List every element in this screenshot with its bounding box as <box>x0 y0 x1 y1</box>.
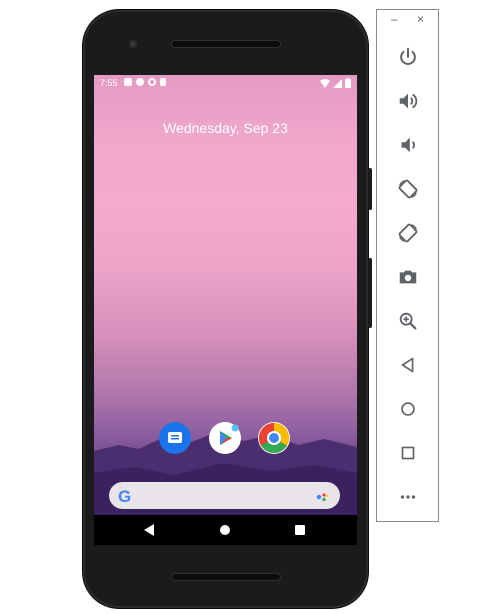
rotate-left-button[interactable] <box>395 176 421 202</box>
chrome-icon <box>258 423 290 454</box>
volume-up-icon <box>399 93 418 109</box>
volume-down-icon <box>401 137 415 153</box>
rotate-left-icon <box>398 179 418 199</box>
power-button[interactable] <box>395 44 421 70</box>
overview-icon <box>401 446 415 460</box>
home-icon[interactable] <box>220 525 230 535</box>
device-screen[interactable]: 7:55 Wednesday, Sep 23 G <box>94 75 357 545</box>
volume-down-button[interactable] <box>395 132 421 158</box>
volume-side-button <box>368 258 372 328</box>
navigation-bar <box>94 515 357 545</box>
notification-a-icon <box>124 78 132 86</box>
messages-app-icon[interactable] <box>159 422 191 454</box>
play-store-app-icon[interactable] <box>209 422 241 454</box>
volume-up-button[interactable] <box>395 88 421 114</box>
status-time: 7:55 <box>100 78 118 88</box>
cellular-icon <box>333 78 342 88</box>
google-icon: G <box>118 487 132 506</box>
zoom-button[interactable] <box>395 308 421 334</box>
bottom-speaker <box>172 574 280 580</box>
play-store-icon <box>220 424 239 445</box>
home-icon <box>401 402 415 416</box>
minimize-button[interactable]: – <box>391 13 401 25</box>
close-button[interactable]: × <box>417 13 427 25</box>
top-speaker <box>172 41 280 47</box>
back-icon <box>401 357 414 373</box>
power-icon <box>400 47 416 65</box>
emulator-toolbar: – × <box>376 9 439 522</box>
notification-b-icon <box>136 78 144 86</box>
assistant-icon[interactable] <box>316 492 330 502</box>
back-button[interactable] <box>395 352 421 378</box>
status-left-icons <box>124 78 166 86</box>
screenshot-button[interactable] <box>395 264 421 290</box>
chrome-app-icon[interactable] <box>258 422 290 454</box>
google-search-bar[interactable]: G <box>109 482 340 509</box>
battery-icon <box>345 78 351 88</box>
messages-icon <box>168 432 182 443</box>
overview-button[interactable] <box>395 440 421 466</box>
sd-card-icon <box>160 78 166 86</box>
zoom-in-icon <box>399 312 417 330</box>
lockscreen-date: Wednesday, Sep 23 <box>163 120 288 136</box>
wifi-icon <box>320 78 330 88</box>
front-camera <box>129 40 137 48</box>
shield-icon <box>148 78 156 86</box>
rotate-right-button[interactable] <box>395 220 421 246</box>
more-icon <box>400 495 416 499</box>
rotate-right-icon <box>398 223 418 243</box>
more-button[interactable] <box>395 484 421 510</box>
status-right-icons <box>320 78 351 88</box>
back-icon[interactable] <box>144 524 154 536</box>
home-button[interactable] <box>395 396 421 422</box>
camera-icon <box>399 270 417 284</box>
status-bar: 7:55 <box>94 75 357 91</box>
power-side-button <box>368 168 372 210</box>
recents-icon[interactable] <box>295 525 305 535</box>
